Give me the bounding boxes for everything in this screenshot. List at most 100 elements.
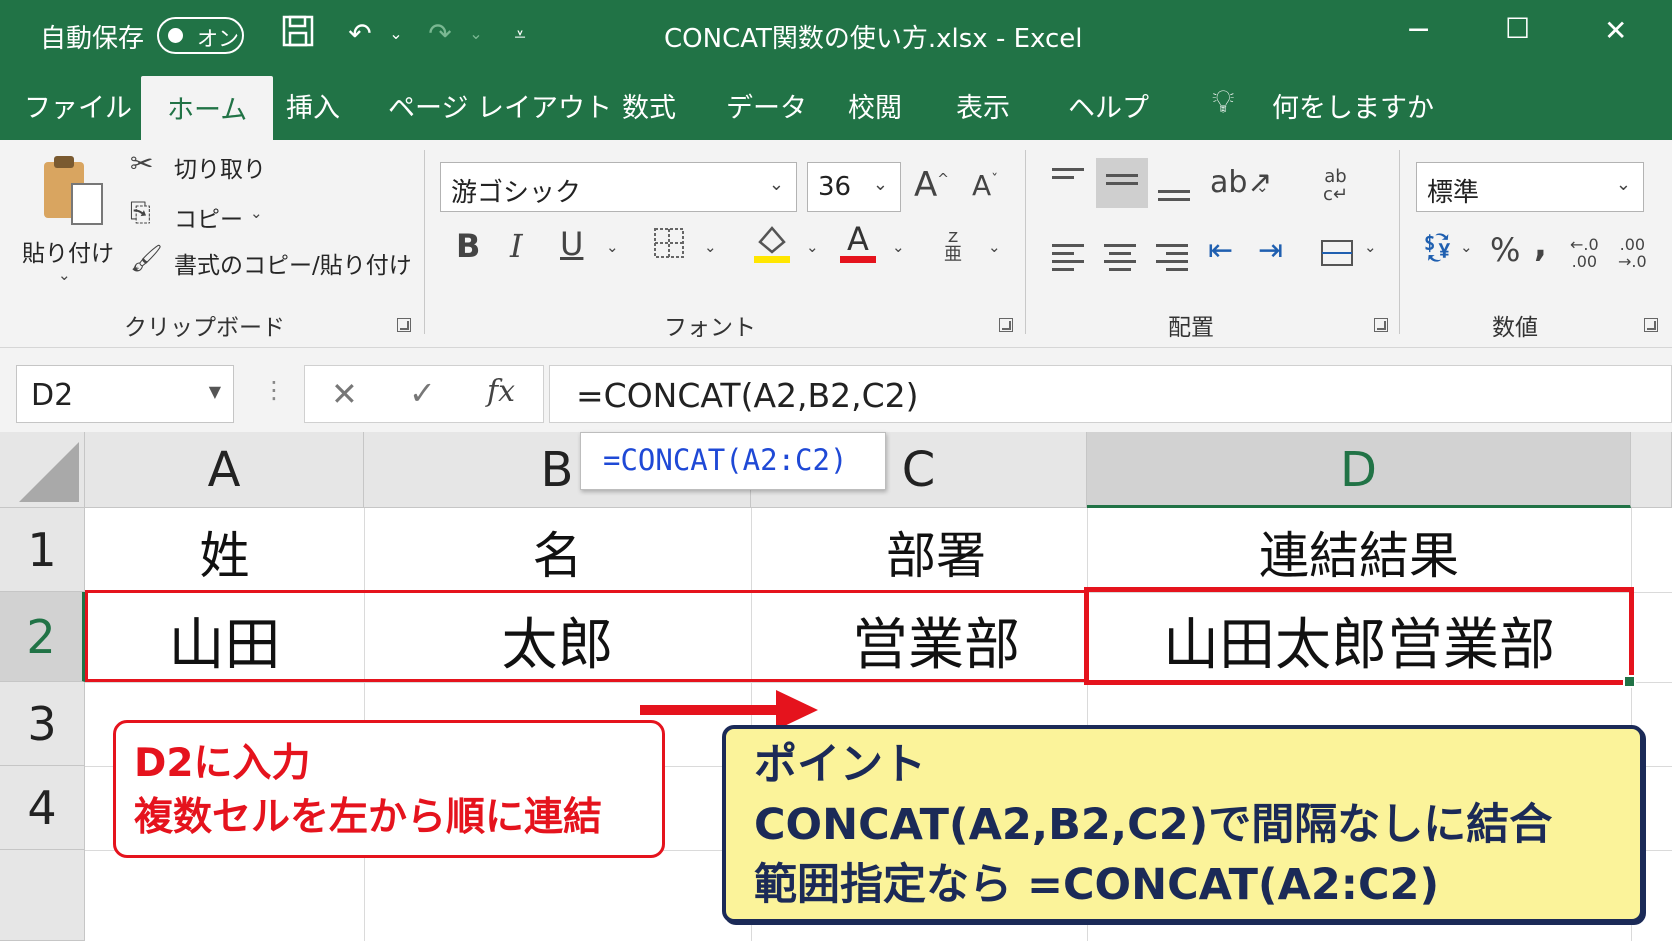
clipboard-launcher-icon[interactable] — [397, 318, 411, 332]
accounting-dropdown-icon[interactable]: ⌄ — [1460, 238, 1473, 256]
font-color-icon[interactable]: A — [838, 220, 878, 270]
fill-color-dropdown-icon[interactable]: ⌄ — [806, 238, 819, 256]
cell-a1[interactable]: 姓 — [85, 516, 364, 588]
undo-dropdown-icon[interactable]: ⌄ — [376, 14, 416, 54]
enter-button[interactable]: ✓ — [409, 374, 436, 412]
group-separator — [424, 150, 425, 334]
tab-page-layout[interactable]: ページ レイアウト — [388, 86, 612, 125]
increase-indent-icon[interactable]: ⇥ — [1258, 236, 1283, 266]
tab-insert[interactable]: 挿入 — [286, 86, 340, 125]
paste-icon[interactable] — [38, 152, 108, 232]
tab-home[interactable]: ホーム — [141, 76, 274, 140]
paste-dropdown-icon[interactable]: ⌄ — [58, 266, 71, 284]
column-header-e[interactable] — [1631, 432, 1672, 508]
font-color-dropdown-icon[interactable]: ⌄ — [892, 238, 905, 256]
select-all-button[interactable] — [0, 432, 85, 508]
decrease-indent-icon[interactable]: ⇤ — [1208, 236, 1233, 266]
align-center-icon[interactable] — [1104, 244, 1136, 276]
font-size-select[interactable]: 36 ⌄ — [807, 162, 901, 212]
formula-input[interactable]: =CONCAT(A2,B2,C2) — [549, 365, 1672, 423]
row-header-3[interactable]: 3 — [0, 682, 85, 766]
save-icon[interactable] — [278, 14, 318, 54]
underline-button[interactable]: U — [560, 228, 583, 260]
decrease-font-size-icon[interactable]: Aˇ — [972, 172, 998, 200]
format-painter-icon[interactable]: 🖌︎ — [130, 246, 163, 272]
formula-tooltip: =CONCAT(A2:C2) — [580, 432, 886, 490]
merge-center-icon[interactable] — [1320, 236, 1354, 276]
font-group-label: フォント — [664, 315, 756, 341]
ribbon-tabs: ファイル ホーム 挿入 ページ レイアウト 数式 データ 校閲 表示 ヘルプ 💡… — [0, 70, 1672, 140]
orientation-dropdown-icon[interactable]: ⌄ — [1256, 178, 1269, 196]
row-header-5[interactable] — [0, 850, 85, 941]
paste-button[interactable]: 貼り付け — [22, 234, 114, 268]
font-name-select[interactable]: 游ゴシック ⌄ — [440, 162, 797, 212]
redo-dropdown-icon[interactable]: ⌄ — [456, 14, 496, 54]
autosave-toggle[interactable]: オン — [157, 17, 244, 54]
fill-color-icon[interactable] — [752, 220, 792, 270]
cut-icon[interactable]: ✂ — [130, 150, 153, 178]
cut-button[interactable]: 切り取り — [174, 150, 266, 184]
customize-qat-icon[interactable]: ⩡ — [500, 14, 540, 54]
maximize-button[interactable]: ☐ — [1505, 12, 1530, 45]
copy-dropdown-icon[interactable]: ⌄ — [250, 204, 263, 222]
align-top-icon[interactable] — [1052, 168, 1084, 184]
increase-decimal-icon[interactable]: ←.0.00 — [1570, 236, 1599, 270]
chevron-down-icon: ▼ — [208, 382, 221, 401]
row-header-1[interactable]: 1 — [0, 508, 85, 592]
cell-b1[interactable]: 名 — [364, 516, 751, 588]
tab-view[interactable]: 表示 — [956, 86, 1010, 125]
clipboard-group-label: クリップボード — [124, 315, 285, 341]
ribbon-home: 貼り付け ⌄ ✂ 切り取り ⎘ コピー ⌄ 🖌︎ 書式のコピー/貼り付け クリッ… — [0, 140, 1672, 348]
chevron-down-icon: ⌄ — [872, 174, 888, 195]
cancel-button[interactable]: ✕ — [331, 375, 358, 413]
row-header-2[interactable]: 2 — [0, 592, 85, 682]
align-bottom-icon[interactable] — [1158, 190, 1190, 206]
close-button[interactable]: ✕ — [1604, 14, 1627, 47]
fill-handle[interactable] — [1623, 675, 1636, 688]
minimize-button[interactable]: − — [1406, 12, 1431, 47]
tab-data[interactable]: データ — [726, 86, 807, 125]
tab-review[interactable]: 校閲 — [848, 86, 902, 125]
tab-help[interactable]: ヘルプ — [1068, 86, 1149, 125]
phonetic-dropdown-icon[interactable]: ⌄ — [988, 238, 1001, 256]
align-middle-button[interactable] — [1096, 158, 1148, 208]
align-left-icon[interactable] — [1052, 244, 1084, 276]
wrap-text-icon[interactable]: ab c↵ — [1323, 168, 1348, 204]
copy-button[interactable]: コピー — [174, 200, 243, 234]
number-format-select[interactable]: 標準 ⌄ — [1416, 162, 1644, 212]
cell-c1[interactable]: 部署 — [751, 516, 1121, 588]
number-launcher-icon[interactable] — [1644, 318, 1658, 332]
column-header-d[interactable]: D — [1087, 432, 1631, 508]
italic-button[interactable]: I — [510, 230, 523, 262]
underline-dropdown-icon[interactable]: ⌄ — [606, 238, 619, 256]
comma-style-button[interactable]: , — [1534, 228, 1547, 262]
accounting-format-icon[interactable]: 💱︎ — [1420, 234, 1456, 262]
phonetic-guide-icon[interactable]: ｚ亜 — [944, 228, 962, 264]
lightbulb-icon[interactable]: 💡︎ — [1212, 82, 1234, 121]
row-header-4[interactable]: 4 — [0, 766, 85, 850]
bold-button[interactable]: B — [456, 230, 480, 262]
merge-dropdown-icon[interactable]: ⌄ — [1364, 238, 1377, 256]
alignment-launcher-icon[interactable] — [1374, 318, 1388, 332]
font-launcher-icon[interactable] — [999, 318, 1013, 332]
borders-icon[interactable] — [652, 226, 686, 266]
insert-function-button[interactable]: fx — [487, 374, 515, 409]
decrease-decimal-icon[interactable]: .00 →.0 — [1618, 236, 1647, 270]
undo-icon[interactable]: ↶ — [340, 14, 380, 54]
tab-file[interactable]: ファイル — [24, 86, 132, 125]
borders-dropdown-icon[interactable]: ⌄ — [704, 238, 717, 256]
callout-line: 複数セルを左から順に連結 — [134, 795, 603, 840]
tell-me-search[interactable]: 何をしますか — [1272, 86, 1434, 125]
percent-style-button[interactable]: % — [1490, 234, 1520, 266]
format-painter-button[interactable]: 書式のコピー/貼り付け — [174, 246, 412, 280]
redo-icon[interactable]: ↷ — [420, 14, 460, 54]
formula-bar-resize-handle[interactable]: ⋮ — [262, 376, 286, 404]
cell-d1[interactable]: 連結結果 — [1087, 516, 1631, 588]
result-cell-highlight — [1084, 587, 1634, 685]
column-header-a[interactable]: A — [85, 432, 364, 508]
name-box[interactable]: D2 ▼ — [16, 365, 234, 423]
align-right-icon[interactable] — [1156, 244, 1188, 276]
copy-icon[interactable]: ⎘ — [130, 200, 151, 226]
increase-font-size-icon[interactable]: A^ — [914, 168, 949, 202]
tab-formulas[interactable]: 数式 — [622, 86, 676, 125]
